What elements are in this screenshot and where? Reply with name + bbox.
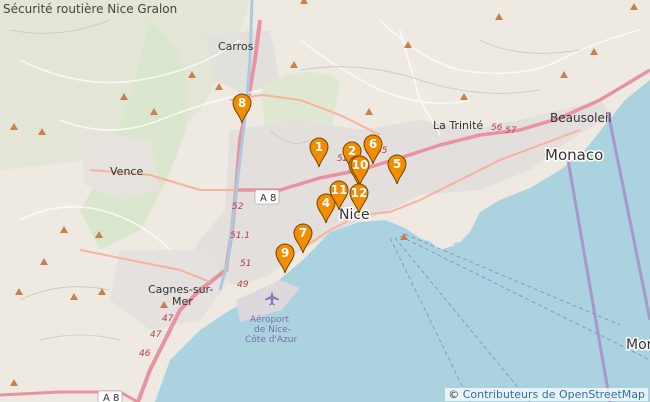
place-carros: Carros xyxy=(218,40,254,53)
place-airport-line2: de Nice- xyxy=(254,325,291,335)
svg-text:A 8: A 8 xyxy=(260,193,276,204)
svg-text:52: 52 xyxy=(232,202,244,212)
attribution-link[interactable]: Contributeurs de OpenStreetMap xyxy=(463,388,645,401)
place-monaco: Monaco xyxy=(545,146,603,164)
road-shield-a8-bottom: A 8 xyxy=(97,390,123,402)
map-marker-label: 2 xyxy=(348,144,356,158)
place-cagnes-line2: Mer xyxy=(172,295,193,308)
map-marker-label: 10 xyxy=(352,158,369,172)
place-la-trinite: La Trinité xyxy=(433,119,483,132)
map-marker-label: 11 xyxy=(331,183,348,197)
place-airport-line3: Côte d'Azur xyxy=(245,334,297,345)
attribution-copyright: © xyxy=(448,388,460,401)
map-marker-label: 1 xyxy=(315,140,323,154)
map-attribution: © Contributeurs de OpenStreetMap xyxy=(445,388,648,401)
svg-text:A 8: A 8 xyxy=(103,393,119,402)
map-marker-label: 6 xyxy=(369,137,377,151)
map-marker-label: 9 xyxy=(281,246,289,260)
svg-text:51: 51 xyxy=(240,259,251,269)
place-beausoleil: Beausoleil xyxy=(550,111,612,125)
map-marker-label: 8 xyxy=(238,96,246,110)
map-marker-label: 5 xyxy=(393,157,401,171)
place-nice: Nice xyxy=(339,207,370,223)
place-vence: Vence xyxy=(110,165,143,178)
map-marker-label: 12 xyxy=(351,186,368,200)
road-shield-a8-center: A 8 xyxy=(254,189,280,205)
svg-text:47: 47 xyxy=(150,330,162,340)
place-monaco-partial: Mon xyxy=(626,337,650,353)
map-marker-label: 4 xyxy=(322,196,330,210)
page-title: Sécurité routière Nice Gralon xyxy=(3,2,178,16)
place-airport-line1: Aéroport xyxy=(250,314,289,325)
map-canvas[interactable]: Carros Vence Nice La Trinité Beausoleil … xyxy=(0,0,650,402)
svg-text:47: 47 xyxy=(162,314,174,324)
svg-text:57: 57 xyxy=(505,126,517,136)
svg-text:51.1: 51.1 xyxy=(230,231,250,241)
svg-text:56: 56 xyxy=(491,123,503,133)
map-marker-label: 7 xyxy=(299,226,307,240)
svg-text:46: 46 xyxy=(139,349,151,359)
svg-text:49: 49 xyxy=(237,280,249,290)
